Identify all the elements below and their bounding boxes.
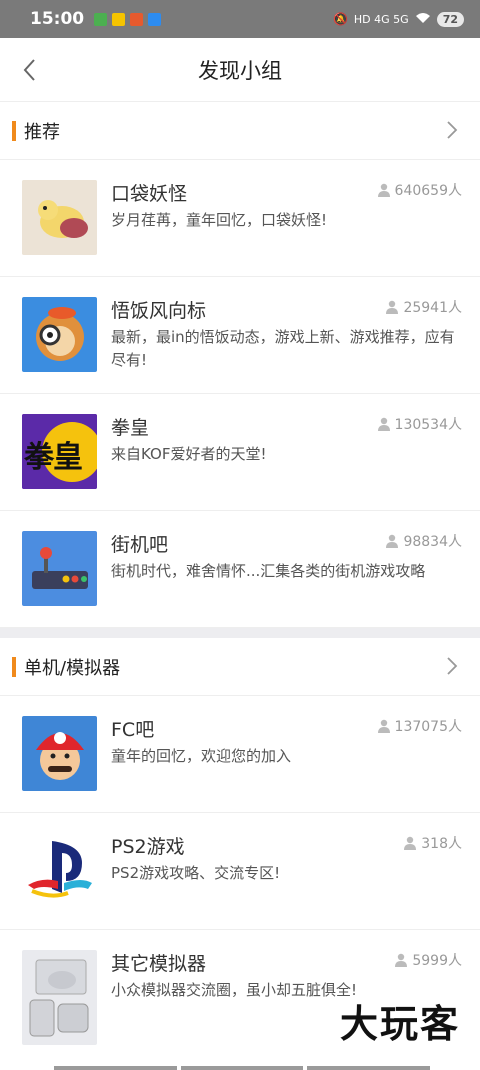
section-header-emulator[interactable]: 单机/模拟器 (0, 638, 480, 696)
group-thumbnail (22, 180, 97, 255)
group-item-pokemon[interactable]: 口袋妖怪 岁月荏苒，童年回忆，口袋妖怪! 640659人 (0, 160, 480, 277)
app-notification-icon (148, 12, 162, 26)
wifi-icon (415, 12, 431, 27)
member-count: 25941人 (385, 297, 462, 317)
section-label: 推荐 (24, 121, 60, 143)
person-icon (386, 534, 399, 548)
member-count: 130534人 (377, 414, 462, 434)
group-thumbnail (22, 297, 97, 372)
group-description: 童年的回忆，欢迎您的加入 (111, 747, 292, 765)
group-description: 岁月荏苒，童年回忆，口袋妖怪! (111, 211, 328, 229)
group-item-fc[interactable]: FC吧 童年的回忆，欢迎您的加入 137075人 (0, 696, 480, 813)
member-count-text: 640659人 (394, 183, 462, 199)
group-thumbnail: 拳皇 (22, 414, 97, 489)
member-count-text: 5999人 (412, 953, 462, 969)
person-icon (377, 719, 390, 733)
app-notification-icon (130, 12, 144, 26)
notification-icons (94, 12, 162, 26)
status-bar: 15:00 🔕 HD 4G 5G 72 (0, 0, 480, 38)
status-time: 15:00 (30, 9, 85, 29)
member-count-text: 98834人 (403, 534, 462, 550)
chevron-left-icon (23, 59, 35, 81)
section-label: 单机/模拟器 (24, 657, 121, 679)
group-description: 来自KOF爱好者的天堂! (111, 445, 267, 463)
group-thumbnail (22, 833, 97, 908)
section-divider (0, 628, 480, 638)
tab-indicator (180, 1066, 304, 1070)
group-description: 最新，最in的悟饭动态，游戏上新、游戏推荐，应有尽有! (111, 328, 455, 369)
person-icon (386, 300, 399, 314)
status-indicators: 🔕 HD 4G 5G 72 (332, 11, 464, 27)
bottom-tab-indicators (54, 1066, 431, 1070)
member-count: 318人 (403, 833, 462, 853)
chevron-right-icon (447, 657, 458, 675)
member-count-text: 137075人 (394, 719, 462, 735)
member-count: 5999人 (394, 950, 462, 970)
group-item-arcade[interactable]: 街机吧 街机时代，难舍情怀...汇集各类的街机游戏攻略 98834人 (0, 511, 480, 628)
back-button[interactable] (18, 56, 40, 84)
section-accent-bar (12, 656, 16, 677)
member-count: 640659人 (377, 180, 462, 200)
tab-indicator (307, 1066, 431, 1070)
network-label: HD 4G 5G (353, 12, 409, 26)
app-notification-icon (94, 12, 108, 26)
section-accent-bar (12, 120, 16, 141)
section-header-recommended[interactable]: 推荐 (0, 102, 480, 160)
battery-badge: 72 (436, 11, 464, 27)
mute-icon: 🔕 (332, 12, 348, 26)
member-count-text: 318人 (421, 836, 462, 852)
member-count-text: 25941人 (403, 300, 462, 316)
person-icon (377, 183, 390, 197)
person-icon (377, 417, 390, 431)
watermark-logo: 大玩客 (339, 1002, 460, 1046)
app-notification-icon (112, 12, 126, 26)
group-thumbnail (22, 950, 97, 1045)
person-icon (404, 836, 417, 850)
group-item-kof[interactable]: 拳皇 拳皇 来自KOF爱好者的天堂! 130534人 (0, 394, 480, 511)
group-thumbnail-text: 拳皇 (24, 440, 83, 475)
group-description: PS2游戏攻略、交流专区! (111, 864, 281, 882)
group-thumbnail (22, 531, 97, 606)
group-thumbnail (22, 716, 97, 791)
person-icon (395, 953, 408, 967)
group-item-wufan[interactable]: 悟饭风向标 最新，最in的悟饭动态，游戏上新、游戏推荐，应有尽有! 25941人 (0, 277, 480, 394)
member-count-text: 130534人 (394, 417, 462, 433)
group-description: 街机时代，难舍情怀...汇集各类的街机游戏攻略 (111, 562, 426, 580)
tab-indicator (54, 1066, 177, 1070)
chevron-right-icon (447, 121, 458, 139)
member-count: 98834人 (385, 531, 462, 551)
top-nav: 发现小组 (0, 38, 480, 102)
member-count: 137075人 (377, 716, 462, 736)
page-title: 发现小组 (198, 58, 282, 83)
group-item-ps2[interactable]: PS2游戏 PS2游戏攻略、交流专区! 318人 (0, 813, 480, 930)
